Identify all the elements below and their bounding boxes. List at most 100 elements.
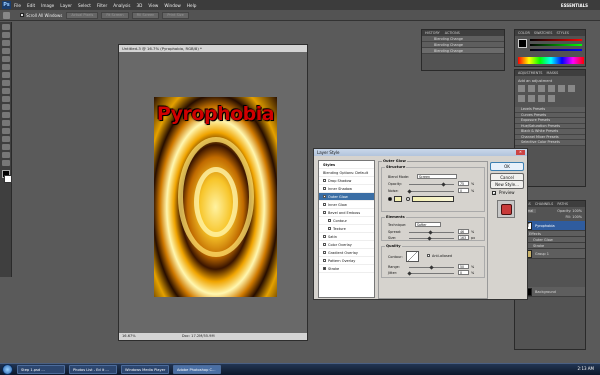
red-slider[interactable] [530, 39, 582, 41]
anti-aliased-checkbox[interactable] [427, 254, 430, 257]
tab-color[interactable]: COLOR [518, 31, 530, 35]
tab-styles[interactable]: STYLES [556, 31, 568, 35]
menu-3d[interactable]: 3D [134, 3, 146, 8]
opacity-field[interactable]: Opacity: 100% [557, 209, 582, 213]
noise-input[interactable]: 0 [458, 188, 469, 193]
pen-tool-icon[interactable] [1, 128, 10, 134]
color-panel-tabs[interactable]: COLOR SWATCHES STYLES [515, 30, 585, 36]
eraser-tool-icon[interactable] [1, 104, 10, 110]
quick-select-tool-icon[interactable] [1, 48, 10, 54]
spread-input[interactable]: 46 [458, 229, 469, 234]
gradient-radio[interactable] [406, 197, 410, 201]
checkbox-checked[interactable] [323, 195, 326, 198]
stamp-tool-icon[interactable] [1, 88, 10, 94]
checkbox[interactable] [323, 179, 326, 182]
checkbox-checked[interactable] [323, 267, 326, 270]
preset-item[interactable]: Selective Color Presets [515, 140, 585, 146]
style-item-contour[interactable]: Contour [319, 217, 374, 225]
menu-edit[interactable]: Edit [24, 3, 38, 8]
fit-screen-button[interactable]: Fit Screen [101, 11, 129, 19]
new-style-button[interactable]: New Style... [490, 180, 524, 189]
tab-actions[interactable]: ACTIONS [445, 31, 460, 35]
checkbox[interactable] [323, 243, 326, 246]
blue-slider[interactable] [530, 49, 582, 51]
green-slider[interactable] [530, 44, 582, 46]
photo-filter-icon[interactable] [538, 95, 545, 102]
technique-select[interactable]: Softer [415, 222, 441, 227]
glow-gradient-picker[interactable] [412, 196, 454, 202]
range-input[interactable]: 50 [458, 264, 469, 269]
glow-color-swatch[interactable] [394, 196, 402, 202]
actual-pixels-button[interactable]: Actual Pixels [66, 11, 99, 19]
print-size-button[interactable]: Print Size [162, 11, 189, 19]
checkbox[interactable] [323, 259, 326, 262]
exposure-icon[interactable] [548, 85, 555, 92]
bw-icon[interactable] [528, 95, 535, 102]
canvas-image[interactable] [154, 97, 277, 297]
vibrance-icon[interactable] [558, 85, 565, 92]
jitter-slider[interactable] [409, 273, 454, 274]
tab-masks[interactable]: MASKS [547, 71, 559, 75]
color-spectrum[interactable] [518, 57, 584, 64]
history-item[interactable]: Blending Change [422, 48, 504, 54]
solid-color-radio[interactable] [388, 197, 392, 201]
history-brush-tool-icon[interactable] [1, 96, 10, 102]
menu-view[interactable]: View [145, 3, 161, 8]
eyedropper-tool-icon[interactable] [1, 64, 10, 70]
tab-channels[interactable]: CHANNELS [535, 202, 554, 206]
menu-layer[interactable]: Layer [57, 3, 75, 8]
menu-image[interactable]: Image [38, 3, 57, 8]
mixer-icon[interactable] [548, 95, 555, 102]
size-input[interactable]: 163 [458, 235, 469, 240]
taskbar-item[interactable]: Step 1.psd ... [17, 365, 65, 374]
jitter-input[interactable]: 0 [458, 270, 469, 275]
marquee-tool-icon[interactable] [1, 32, 10, 38]
opacity-input[interactable]: 75 [458, 181, 469, 186]
zoom-level[interactable]: 16.67% [122, 334, 136, 338]
gradient-tool-icon[interactable] [1, 112, 10, 118]
tab-history[interactable]: HISTORY [425, 31, 440, 35]
brightness-icon[interactable] [518, 85, 525, 92]
background-color-swatch[interactable] [4, 175, 12, 183]
curves-icon[interactable] [538, 85, 545, 92]
menu-analysis[interactable]: Analysis [110, 3, 133, 8]
move-tool-icon[interactable] [1, 24, 10, 30]
zoom-tool-icon[interactable] [1, 160, 10, 166]
start-button-icon[interactable] [2, 364, 13, 375]
taskbar-item[interactable]: Windows Media Player [121, 365, 169, 374]
blend-mode-select[interactable]: Screen [417, 174, 457, 179]
shape-tool-icon[interactable] [1, 152, 10, 158]
checkbox[interactable] [323, 187, 326, 190]
brush-tool-icon[interactable] [1, 80, 10, 86]
tab-swatches[interactable]: SWATCHES [534, 31, 552, 35]
checkbox[interactable] [323, 235, 326, 238]
dodge-tool-icon[interactable] [1, 120, 10, 126]
menu-help[interactable]: Help [184, 3, 200, 8]
fg-color-chip[interactable] [518, 39, 527, 48]
type-tool-icon[interactable] [1, 136, 10, 142]
taskbar-item[interactable]: Adobe Photoshop C... [173, 365, 221, 374]
style-item-stroke[interactable]: Stroke [319, 265, 374, 273]
menu-select[interactable]: Select [75, 3, 94, 8]
preview-checkbox[interactable]: ✓ [492, 191, 496, 196]
ok-button[interactable]: OK [490, 162, 524, 171]
noise-slider[interactable] [409, 191, 454, 192]
menu-filter[interactable]: Filter [94, 3, 110, 8]
taskbar-item[interactable]: Photos List - Ed it ... [69, 365, 117, 374]
opacity-slider[interactable] [409, 184, 454, 185]
path-select-tool-icon[interactable] [1, 144, 10, 150]
checkbox[interactable] [328, 219, 331, 222]
color-balance-icon[interactable] [518, 95, 525, 102]
fill-screen-button[interactable]: Fill Screen [131, 11, 160, 19]
menu-file[interactable]: File [11, 3, 24, 8]
checkbox[interactable] [328, 227, 331, 230]
crop-tool-icon[interactable] [1, 56, 10, 62]
lasso-tool-icon[interactable] [1, 40, 10, 46]
tab-paths[interactable]: PATHS [557, 202, 568, 206]
hue-icon[interactable] [568, 85, 575, 92]
close-icon[interactable]: ✕ [516, 150, 525, 155]
checkbox[interactable] [323, 211, 326, 214]
scroll-all-checkbox[interactable] [20, 13, 24, 17]
healing-tool-icon[interactable] [1, 72, 10, 78]
checkbox[interactable] [323, 203, 326, 206]
